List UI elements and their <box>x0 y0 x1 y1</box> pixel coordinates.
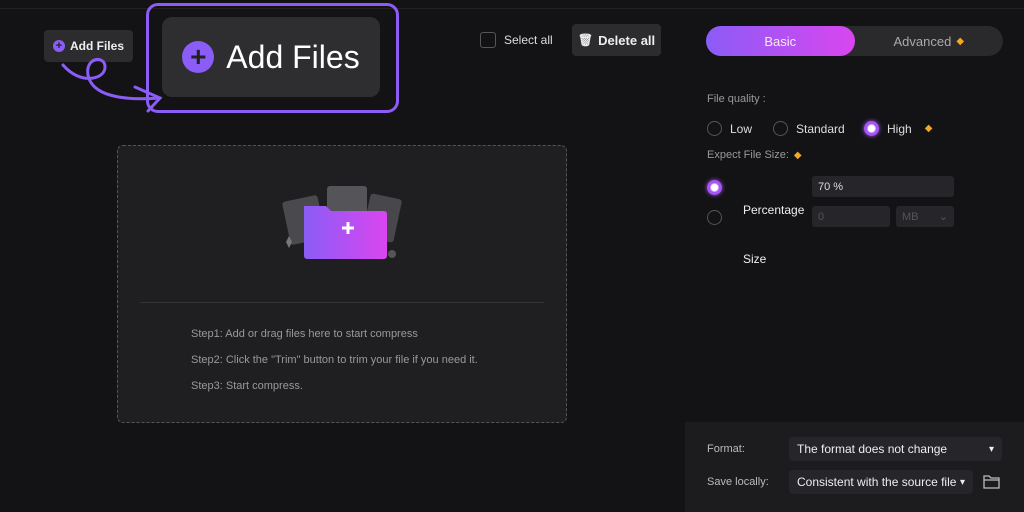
size-unit-select[interactable]: MB ⌄ <box>896 206 954 227</box>
size-radio[interactable] <box>707 210 722 225</box>
drop-zone-divider <box>140 302 544 303</box>
chevron-down-icon: ⌄ <box>938 211 948 223</box>
quality-low-radio[interactable]: Low <box>707 121 752 136</box>
add-files-label: Add Files <box>226 38 360 75</box>
save-location-value: Consistent with the source file <box>797 475 957 489</box>
file-quality-label: File quality : <box>707 93 766 105</box>
quality-standard-radio[interactable]: Standard <box>773 121 845 136</box>
percentage-radio[interactable] <box>707 180 722 195</box>
size-input[interactable]: 0 <box>812 206 890 227</box>
expect-size-row: Expect File Size: ◆ <box>707 149 802 161</box>
format-select[interactable]: The format does not change ▾ <box>789 437 1002 461</box>
plus-circle-icon: + <box>52 40 65 52</box>
premium-gem-icon: ◆ <box>793 150 802 161</box>
folder-icon[interactable] <box>983 474 1000 489</box>
chevron-down-icon: ▾ <box>959 476 965 488</box>
tab-basic[interactable]: Basic <box>706 26 855 56</box>
delete-all-label: Delete all <box>598 32 656 48</box>
chevron-down-icon: ▾ <box>988 443 994 455</box>
step-1-text: Step1: Add or drag files here to start c… <box>191 328 418 340</box>
percentage-input[interactable]: 70 % <box>812 176 954 197</box>
tab-label: Advanced <box>893 33 952 49</box>
size-unit-value: MB <box>902 210 919 223</box>
step-3-text: Step3: Start compress. <box>191 380 303 392</box>
tab-advanced[interactable]: Advanced ◆ <box>855 26 1004 56</box>
premium-gem-icon: ◆ <box>956 35 965 47</box>
checkbox-icon[interactable] <box>480 32 496 48</box>
radio-icon[interactable] <box>707 121 722 136</box>
radio-label: Low <box>730 121 753 136</box>
output-settings-panel <box>685 422 1024 512</box>
add-folder-icon <box>280 186 402 259</box>
format-label: Format: <box>707 443 745 455</box>
tab-label: Basic <box>764 33 797 49</box>
select-all-checkbox[interactable]: Select all <box>480 32 553 48</box>
format-value: The format does not change <box>797 442 948 456</box>
radio-label: Standard <box>796 121 845 136</box>
trash-icon: 🗑 <box>577 33 594 47</box>
quality-high-radio[interactable]: High ◆ <box>864 121 932 136</box>
expect-size-label: Expect File Size: <box>707 149 789 161</box>
radio-label: High <box>887 121 912 136</box>
premium-gem-icon: ◆ <box>924 123 933 134</box>
step-2-text: Step2: Click the "Trim" button to trim y… <box>191 354 478 366</box>
select-all-label: Select all <box>504 33 553 47</box>
add-files-button-zoomed[interactable]: + Add Files <box>162 17 380 97</box>
save-locally-label: Save locally: <box>707 476 769 488</box>
add-files-label: Add Files <box>69 39 124 53</box>
save-location-select[interactable]: Consistent with the source file ▾ <box>789 470 973 494</box>
mode-tabs: Basic Advanced ◆ <box>706 26 1003 56</box>
delete-all-button[interactable]: 🗑 Delete all <box>572 24 661 56</box>
drop-zone[interactable]: Step1: Add or drag files here to start c… <box>117 145 567 423</box>
radio-icon[interactable] <box>773 121 788 136</box>
size-label: Size <box>743 252 767 266</box>
plus-circle-icon: + <box>182 41 215 73</box>
percentage-label: Percentage <box>743 203 805 217</box>
radio-icon[interactable] <box>864 121 879 136</box>
